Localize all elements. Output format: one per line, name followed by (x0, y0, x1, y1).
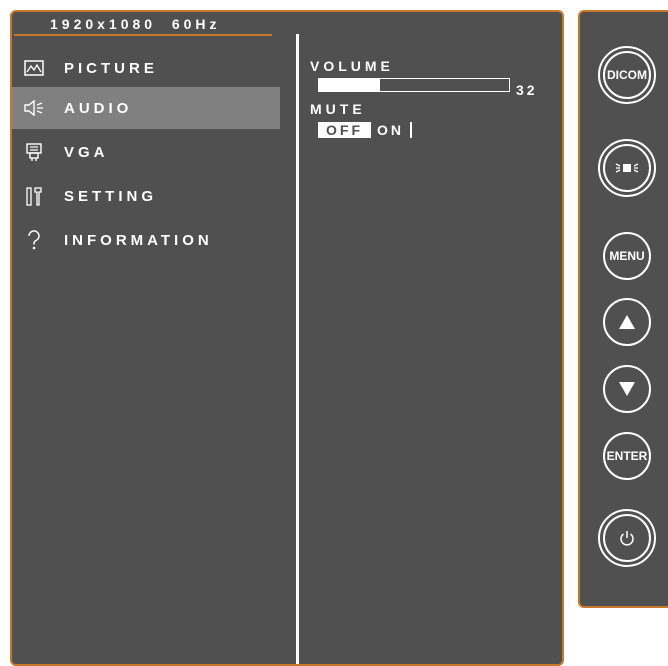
tools-icon (22, 184, 46, 208)
dicom-button[interactable]: DICOM (598, 46, 656, 104)
menu-item-information[interactable]: INFORMATION (12, 219, 280, 261)
speaker-icon (22, 96, 46, 120)
menu-item-picture[interactable]: PICTURE (12, 47, 280, 89)
menu-item-label: SETTING (64, 187, 158, 205)
mute-label: MUTE (310, 101, 366, 117)
front-keypad: DICOM MENU ENTER (578, 10, 668, 608)
enter-button[interactable]: ENTER (603, 432, 651, 480)
up-arrow-icon (619, 315, 635, 329)
power-icon (620, 531, 634, 546)
volume-label: VOLUME (310, 58, 394, 74)
menu-item-label: VGA (64, 143, 109, 161)
question-icon (22, 228, 46, 252)
volume-value: 32 (516, 82, 538, 98)
up-button[interactable] (603, 298, 651, 346)
down-button[interactable] (603, 365, 651, 413)
menu-button-label: MENU (609, 249, 645, 263)
menu-item-vga[interactable]: VGA (12, 131, 280, 173)
vga-connector-icon (22, 140, 46, 164)
brightness-button[interactable] (598, 139, 656, 197)
osd-menu-panel: 1920x1080 60Hz PICTURE AUDIO VGA SETTING… (10, 10, 564, 666)
resolution-readout: 1920x1080 60Hz (14, 14, 272, 36)
mute-option-on[interactable]: ON (371, 122, 410, 138)
mute-options: OFF ON (318, 122, 412, 138)
menu-button[interactable]: MENU (603, 232, 651, 280)
menu-item-setting[interactable]: SETTING (12, 175, 280, 217)
menu-item-label: PICTURE (64, 59, 158, 77)
volume-slider-fill (319, 79, 380, 91)
menu-item-label: AUDIO (64, 99, 133, 117)
menu-item-audio[interactable]: AUDIO (12, 87, 280, 129)
brightness-icon (615, 163, 639, 173)
panel-divider (296, 34, 299, 664)
dicom-button-label: DICOM (607, 68, 647, 82)
enter-button-label: ENTER (606, 449, 648, 463)
mute-option-off[interactable]: OFF (320, 122, 369, 138)
menu-item-label: INFORMATION (64, 231, 213, 249)
separator (410, 122, 412, 138)
volume-slider[interactable] (318, 78, 510, 92)
picture-icon (22, 56, 46, 80)
down-arrow-icon (619, 382, 635, 396)
power-button[interactable] (598, 509, 656, 567)
